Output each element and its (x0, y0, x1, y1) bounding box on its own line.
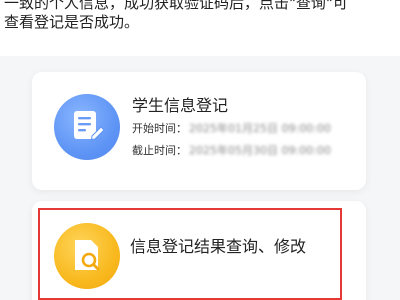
form-edit-icon (54, 94, 120, 160)
start-time-label: 开始时间： (132, 122, 187, 135)
intro-line-1: 一致的个人信息，成功获取验证码后，点击"查询"可 (4, 0, 348, 12)
start-time-row: 开始时间： 2025年01月25日 09:00:00 (132, 120, 331, 136)
intro-text-block: 一致的个人信息，成功获取验证码后，点击"查询"可 查看登记是否成功。 (0, 0, 400, 56)
card-title-student-registration: 学生信息登记 (132, 96, 229, 115)
end-time-value: 2025年05月30日 09:00:00 (189, 144, 331, 157)
end-time-row: 截止时间： 2025年05月30日 09:00:00 (132, 142, 331, 158)
end-time-label: 截止时间： (132, 144, 187, 157)
student-registration-card[interactable]: 学生信息登记 开始时间： 2025年01月25日 09:00:00 截止时间： … (32, 72, 366, 190)
start-time-value: 2025年01月25日 09:00:00 (189, 122, 331, 135)
intro-line-2: 查看登记是否成功。 (4, 13, 140, 31)
highlight-box (38, 208, 342, 300)
